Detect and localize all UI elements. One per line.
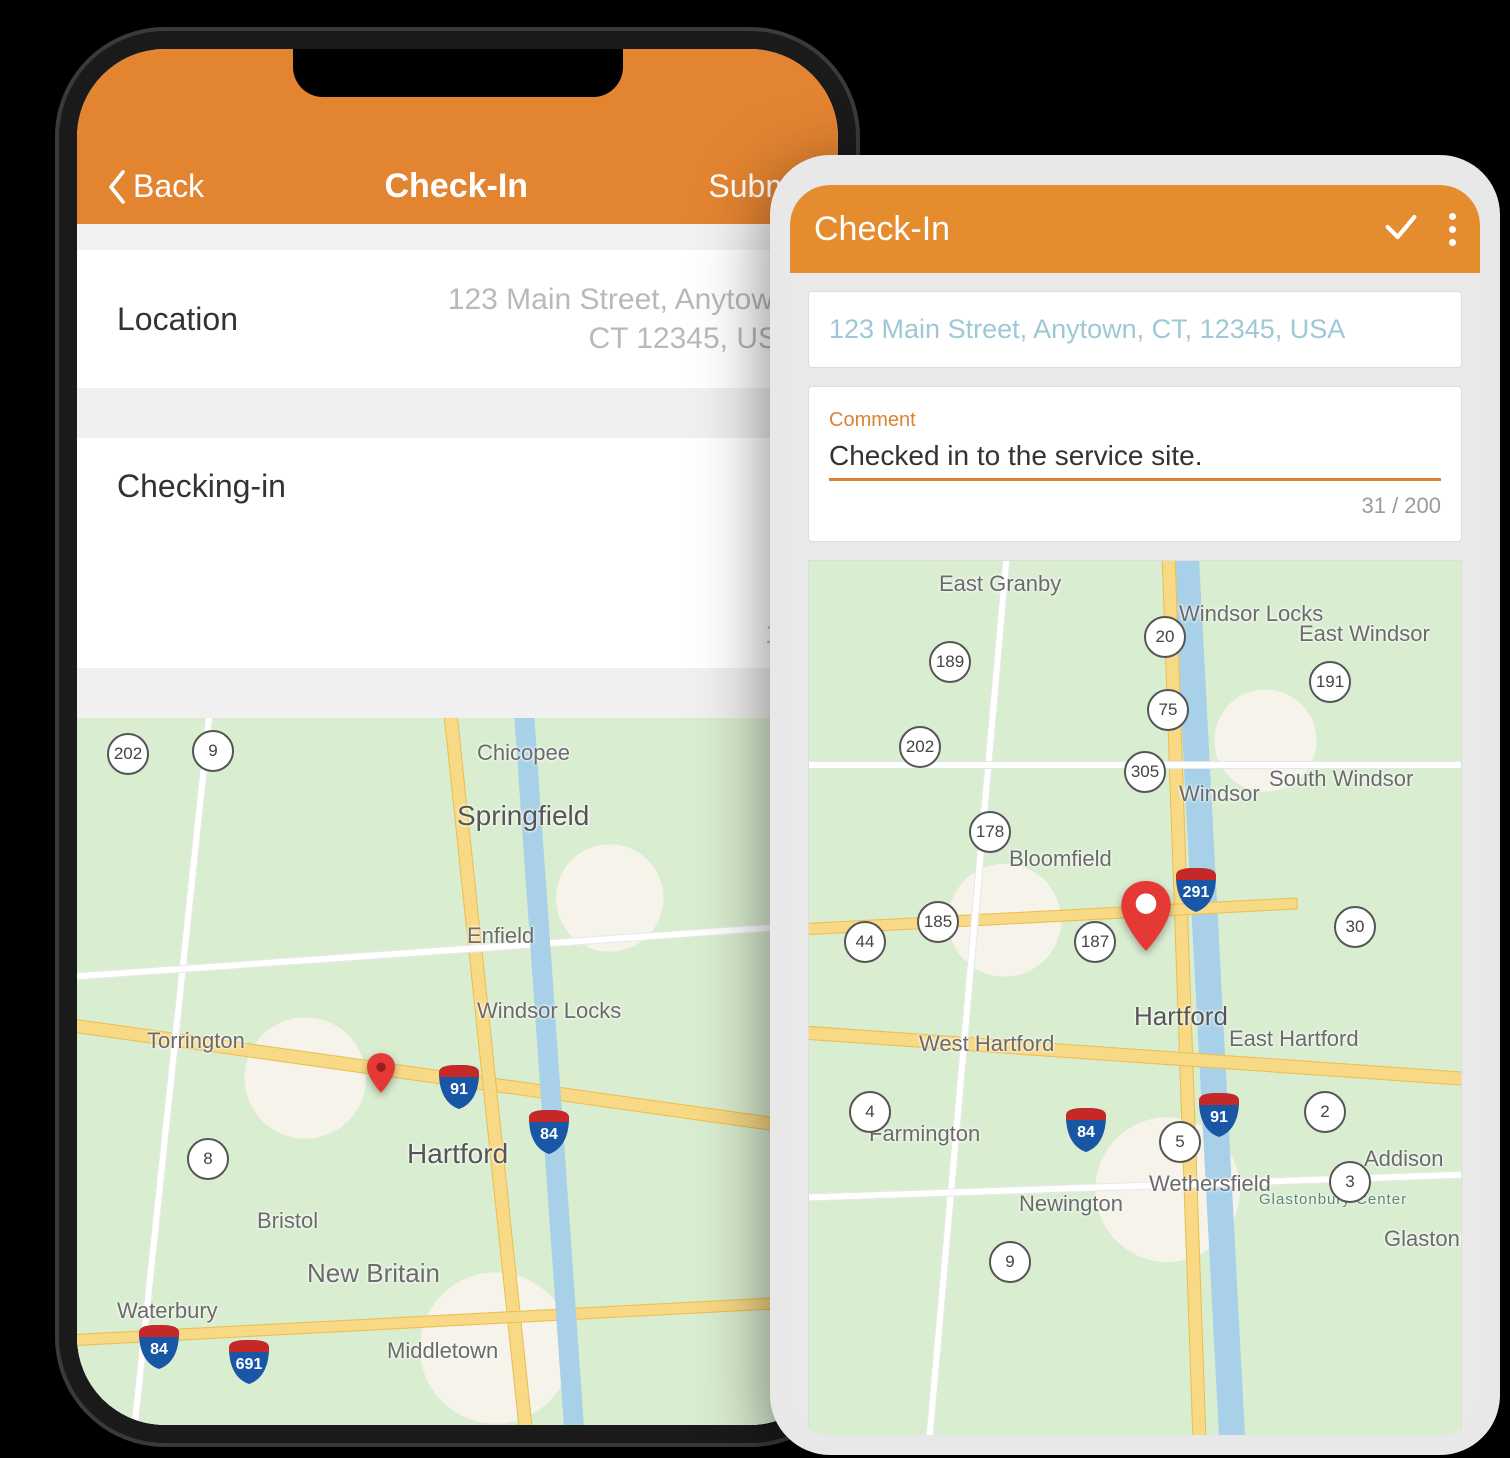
interstate-shield: 84 — [137, 1323, 181, 1369]
location-value: 123 Main Street, Anytown, CT 12345, USA — [448, 280, 798, 358]
route-badge: 202 — [899, 726, 941, 768]
map-place: Torrington — [147, 1028, 245, 1054]
interstate-shield: 291 — [1174, 866, 1218, 912]
route-badge: 187 — [1074, 921, 1116, 963]
map-place: East Hartford — [1229, 1026, 1359, 1052]
submit-check-button[interactable] — [1381, 207, 1421, 252]
notch — [293, 49, 623, 97]
map-view[interactable]: Chicopee Springfield Enfield Windsor Loc… — [77, 718, 838, 1425]
interstate-shield: 691 — [227, 1338, 271, 1384]
map-place: South Windsor — [1269, 766, 1413, 792]
route-badge: 9 — [192, 730, 234, 772]
map-place: Springfield — [457, 800, 589, 832]
phone-ios-screen: Back Check-In Submit Location 123 Main S… — [77, 49, 838, 1425]
route-badge: 8 — [187, 1138, 229, 1180]
phone-android-screen: Check-In 123 Main Street, Anytown, CT, 1… — [790, 185, 1480, 1435]
route-badge: 3 — [1329, 1161, 1371, 1203]
address-value: 123 Main Street, Anytown, CT, 12345, USA — [829, 314, 1441, 345]
overflow-menu-button[interactable] — [1449, 213, 1456, 246]
route-badge: 20 — [1144, 616, 1186, 658]
map-place: Chicopee — [477, 740, 570, 766]
phone-android-frame: Check-In 123 Main Street, Anytown, CT, 1… — [770, 155, 1500, 1455]
interstate-shield: 84 — [527, 1108, 571, 1154]
route-badge: 44 — [844, 921, 886, 963]
android-appbar: Check-In — [790, 185, 1480, 273]
checkin-label: Checking-in — [117, 468, 798, 505]
location-row[interactable]: Location 123 Main Street, Anytown, CT 12… — [77, 250, 838, 388]
map-view[interactable]: East Granby Windsor Locks East Windsor W… — [808, 560, 1462, 1435]
map-place: Middletown — [387, 1338, 498, 1364]
page-title: Check-In — [814, 210, 1381, 249]
route-badge: 202 — [107, 733, 149, 775]
map-pin-icon — [367, 1053, 395, 1093]
char-counter: 31 / 200 — [829, 493, 1441, 519]
map-place: Glastonbury — [1384, 1226, 1462, 1252]
map-place: Waterbury — [117, 1298, 218, 1324]
interstate-shield: 91 — [1197, 1091, 1241, 1137]
map-place: Newington — [1019, 1191, 1123, 1217]
route-badge: 178 — [969, 811, 1011, 853]
map-place: Windsor Locks — [477, 998, 621, 1024]
route-badge: 5 — [1159, 1121, 1201, 1163]
location-label: Location — [117, 301, 238, 338]
map-place: Windsor — [1179, 781, 1260, 807]
route-badge: 2 — [1304, 1091, 1346, 1133]
map-place: West Hartford — [919, 1031, 1054, 1057]
comment-input[interactable]: Checked in to the service site. — [829, 440, 1441, 481]
comment-card[interactable]: Comment Checked in to the service site. … — [808, 386, 1462, 542]
map-place: Addison — [1364, 1146, 1444, 1172]
map-place: New Britain — [307, 1258, 440, 1289]
route-badge: 9 — [989, 1241, 1031, 1283]
map-place: Bloomfield — [1009, 846, 1112, 872]
map-place: Enfield — [467, 923, 534, 949]
chevron-left-icon — [107, 169, 127, 205]
route-badge: 30 — [1334, 906, 1376, 948]
route-badge: 4 — [849, 1091, 891, 1133]
map-place: East Granby — [939, 571, 1061, 597]
map-place: Wethersfield — [1149, 1171, 1271, 1197]
map-place: Hartford — [407, 1138, 508, 1170]
route-badge: 189 — [929, 641, 971, 683]
phone-ios-frame: Back Check-In Submit Location 123 Main S… — [55, 27, 860, 1447]
back-button[interactable]: Back — [107, 168, 204, 205]
route-badge: 185 — [917, 901, 959, 943]
check-icon — [1381, 207, 1421, 247]
interstate-shield: 84 — [1064, 1106, 1108, 1152]
map-place: Bristol — [257, 1208, 318, 1234]
route-badge: 191 — [1309, 661, 1351, 703]
map-place: East Windsor — [1299, 621, 1430, 647]
comment-label: Comment — [829, 409, 1441, 432]
back-label: Back — [133, 168, 204, 205]
address-card[interactable]: 123 Main Street, Anytown, CT, 12345, USA — [808, 291, 1462, 368]
page-title: Check-In — [384, 167, 528, 206]
comment-row[interactable]: Checking-in 15/ — [77, 438, 838, 668]
interstate-shield: 91 — [437, 1063, 481, 1109]
map-place: Hartford — [1134, 1001, 1228, 1032]
dots-icon — [1449, 213, 1456, 220]
route-badge: 305 — [1124, 751, 1166, 793]
map-pin-icon — [1119, 881, 1173, 951]
route-badge: 75 — [1147, 689, 1189, 731]
ios-content: Location 123 Main Street, Anytown, CT 12… — [77, 250, 838, 1425]
android-content: 123 Main Street, Anytown, CT, 12345, USA… — [790, 273, 1480, 1435]
